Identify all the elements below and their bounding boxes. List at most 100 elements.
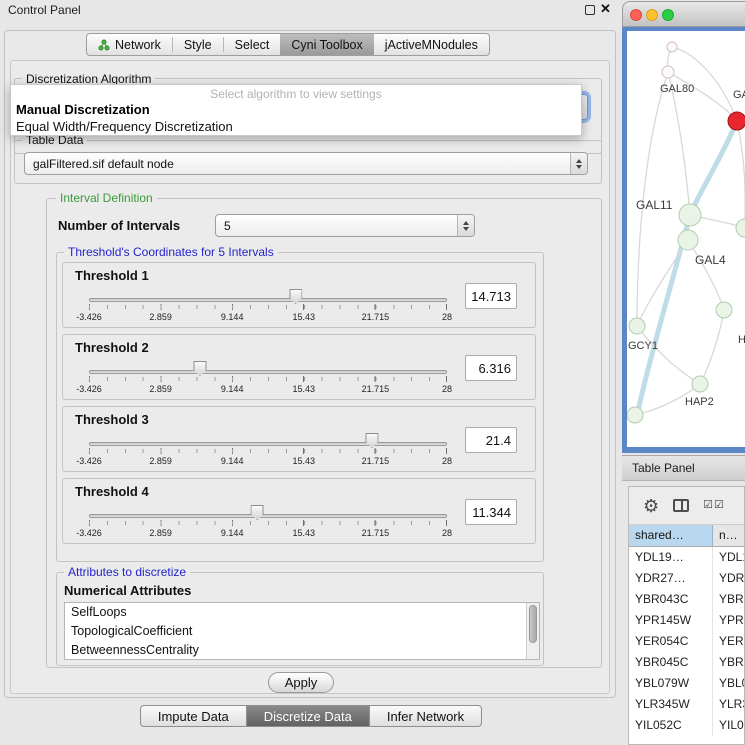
slider-track[interactable] (89, 442, 447, 446)
tick-label: 28 (442, 456, 452, 466)
network-node[interactable] (629, 318, 645, 334)
network-node[interactable] (736, 219, 745, 237)
table-row[interactable]: YER054CYER0 (629, 631, 744, 652)
num-intervals-select[interactable]: 5 (215, 214, 475, 237)
threshold-value-input[interactable] (465, 355, 517, 381)
scrollbar-thumb[interactable] (529, 605, 537, 643)
threshold-row: Threshold 1 -3.4262.8599.14415.4321.7152… (62, 262, 536, 328)
table-toolbar: ⚙ ☑ ☑ (629, 487, 744, 525)
network-node-label: GAL4 (695, 253, 726, 267)
network-node[interactable] (679, 204, 701, 226)
network-view[interactable]: GAL80 GA GAL11 GAL4 GCY1 H HAP2 (622, 27, 745, 453)
table-row[interactable]: YIL052CYIL0 (629, 715, 744, 736)
table-cell: YBR045C (629, 652, 713, 673)
table-data-select[interactable]: galFiltered.sif default node (24, 152, 588, 175)
traffic-light-minimize[interactable] (646, 9, 658, 21)
threshold-slider: -3.4262.8599.14415.4321.71528 (89, 431, 447, 469)
tick-label: 21.715 (362, 528, 390, 538)
network-icon (98, 39, 110, 51)
tab-impute-data[interactable]: Impute Data (140, 705, 247, 727)
table-cell: YDR27… (629, 568, 713, 589)
table-cell: YBL079W (629, 673, 713, 694)
column-header-name[interactable]: n… (713, 525, 744, 546)
traffic-light-zoom[interactable] (662, 9, 674, 21)
table-panel-header: Table Panel (622, 455, 745, 481)
gear-icon[interactable]: ⚙ (643, 497, 659, 515)
table-row[interactable]: YBL079WYBL0 (629, 673, 744, 694)
network-node-red[interactable] (728, 112, 745, 130)
table-cell: YIL052C (629, 715, 713, 736)
threshold-value-input[interactable] (465, 499, 517, 525)
threshold-value-field (465, 283, 517, 309)
network-node-label: GCY1 (628, 340, 658, 352)
table-cell: YLR3 (713, 694, 744, 715)
tab-cyni-toolbox[interactable]: Cyni Toolbox (280, 34, 373, 55)
tick-labels: -3.4262.8599.14415.4321.71528 (89, 312, 447, 324)
columns-icon[interactable] (673, 499, 689, 512)
table-row[interactable]: YDR27…YDR2 (629, 568, 744, 589)
attributes-list[interactable]: SelfLoopsTopologicalCoefficientBetweenne… (64, 602, 540, 660)
table-row[interactable]: YLR345WYLR3 (629, 694, 744, 715)
network-node[interactable] (716, 302, 732, 318)
traffic-light-close[interactable] (630, 9, 642, 21)
attribute-item[interactable]: TopologicalCoefficient (65, 622, 539, 641)
close-icon[interactable]: ✕ (600, 1, 611, 17)
attribute-item[interactable]: SelfLoops (65, 603, 539, 622)
tick-label: -3.426 (76, 456, 102, 466)
column-header-shared-name[interactable]: shared… (629, 525, 713, 546)
apply-button[interactable]: Apply (268, 672, 334, 693)
table-row[interactable]: YPR145WYPR1 (629, 610, 744, 631)
tab-network[interactable]: Network (87, 34, 172, 55)
column-visibility-icon[interactable]: ☑ ☑ (703, 500, 724, 511)
tab-jactivemodules-label: jActiveMNodules (385, 38, 478, 52)
table-cell: YPR1 (713, 610, 744, 631)
network-edge (668, 72, 737, 121)
network-node[interactable] (627, 407, 643, 423)
network-node-label: HAP2 (685, 396, 714, 408)
tab-infer-network[interactable]: Infer Network (370, 705, 482, 727)
threshold-label: Threshold 4 (75, 484, 149, 499)
network-node-label: H (738, 334, 745, 346)
network-node[interactable] (692, 376, 708, 392)
table-row[interactable]: YBR043CYBR0 (629, 589, 744, 610)
table-row[interactable]: YDL19…YDL1 (629, 547, 744, 568)
network-node[interactable] (667, 42, 677, 52)
tick-label: 9.144 (221, 384, 244, 394)
slider-track[interactable] (89, 370, 447, 374)
tab-select[interactable]: Select (224, 34, 281, 55)
algorithm-popup-menu: Select algorithm to view settings Manual… (10, 84, 582, 136)
attributes-scrollbar[interactable] (526, 603, 539, 659)
thresholds-group-title: Threshold's Coordinates for 5 Intervals (64, 245, 278, 259)
table-panel-title: Table Panel (622, 456, 745, 480)
network-node[interactable] (662, 66, 674, 78)
network-node[interactable] (678, 230, 698, 250)
attributes-list-items: SelfLoopsTopologicalCoefficientBetweenne… (65, 603, 539, 660)
tab-style[interactable]: Style (173, 34, 223, 55)
network-node-label: GA (733, 89, 745, 101)
tab-discretize-data[interactable]: Discretize Data (247, 705, 370, 727)
tick-labels: -3.4262.8599.14415.4321.71528 (89, 528, 447, 540)
float-icon[interactable] (585, 5, 595, 15)
threshold-row: Threshold 2 -3.4262.8599.14415.4321.7152… (62, 334, 536, 400)
threshold-value-input[interactable] (465, 427, 517, 453)
slider-track[interactable] (89, 514, 447, 518)
popup-item-manual-discretization[interactable]: Manual Discretization (11, 101, 581, 118)
checkbox-icon: ☑ (703, 500, 713, 511)
table-data-select-value: galFiltered.sif default node (25, 157, 570, 171)
table-cell: YDL19… (629, 547, 713, 568)
popup-placeholder-item[interactable]: Select algorithm to view settings (11, 85, 581, 101)
attribute-item[interactable]: BetweennessCentrality (65, 641, 539, 660)
tab-cyni-toolbox-label: Cyni Toolbox (291, 38, 362, 52)
tab-jactivemodules[interactable]: jActiveMNodules (374, 34, 489, 55)
popup-item-equal-width-frequency[interactable]: Equal Width/Frequency Discretization (11, 118, 581, 136)
table-row[interactable]: YBR045CYBR0 (629, 652, 744, 673)
tick-label: 21.715 (362, 384, 390, 394)
network-canvas[interactable]: GAL80 GA GAL11 GAL4 GCY1 H HAP2 (627, 31, 745, 447)
interval-definition-group-title: Interval Definition (56, 191, 157, 205)
slider-track[interactable] (89, 298, 447, 302)
top-tab-bar: Network Style Select Cyni Toolbox jActiv… (86, 33, 490, 56)
tick-marks-minor (89, 449, 447, 453)
threshold-value-input[interactable] (465, 283, 517, 309)
network-edge (688, 240, 724, 310)
table-panel: ⚙ ☑ ☑ shared… n… YDL19…YDL1YDR27…YDR2YBR… (628, 486, 745, 745)
